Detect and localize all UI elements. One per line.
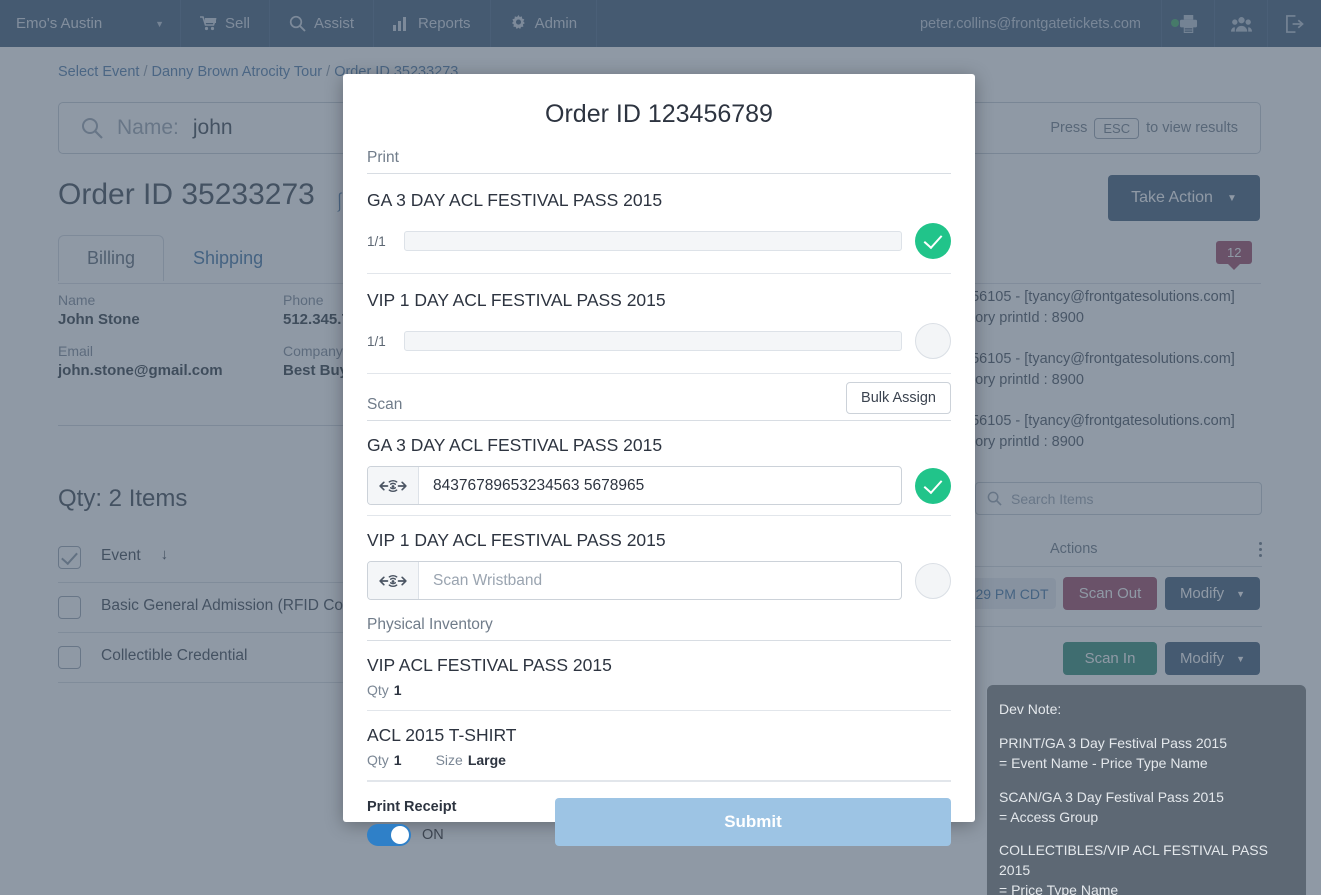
scan-status-check-icon[interactable] — [915, 467, 951, 504]
print-item-name: VIP 1 DAY ACL FESTIVAL PASS 2015 — [367, 290, 666, 310]
print-receipt-label: Print Receipt — [367, 798, 457, 815]
size-value: Large — [467, 752, 506, 768]
print-status-pending-circle[interactable] — [915, 323, 951, 359]
modal-footer: Print Receipt ON Submit — [367, 781, 951, 866]
inventory-section-label: Physical Inventory — [367, 616, 493, 633]
scan-input-field[interactable]: 84376789653234563 5678965 — [367, 466, 902, 505]
inventory-section-header: Physical Inventory — [367, 616, 951, 641]
dev-note-line: PRINT/GA 3 Day Festival Pass 2015 — [999, 734, 1227, 751]
dev-note-block: SCAN/GA 3 Day Festival Pass 2015 = Acces… — [999, 788, 1294, 828]
modal-title: Order ID 123456789 — [545, 100, 773, 128]
print-progress-row: 1/1 — [367, 223, 951, 259]
print-item: VIP 1 DAY ACL FESTIVAL PASS 2015 1/1 — [367, 274, 951, 374]
print-fraction: 1/1 — [367, 233, 386, 249]
inventory-item: VIP ACL FESTIVAL PASS 2015 Qty 1 — [367, 641, 951, 711]
toggle-state-label: ON — [422, 826, 444, 843]
qty-value: 1 — [393, 752, 402, 768]
scan-section-header: Scan Bulk Assign — [367, 382, 951, 421]
scan-row: Scan Wristband — [367, 561, 951, 600]
qty-group: Qty 1 — [367, 682, 402, 698]
inventory-item-name: ACL 2015 T-SHIRT — [367, 725, 517, 745]
print-item-name: GA 3 DAY ACL FESTIVAL PASS 2015 — [367, 190, 663, 210]
inventory-item-meta: Qty 1 Size Large — [367, 752, 951, 768]
print-receipt-control: Print Receipt ON — [367, 799, 527, 846]
bulk-assign-button[interactable]: Bulk Assign — [846, 382, 951, 414]
print-section-header: Print — [367, 149, 951, 174]
dev-note-line: = Access Group — [999, 808, 1099, 825]
qty-value: 1 — [393, 682, 402, 698]
size-label: Size — [435, 752, 463, 768]
inventory-item: ACL 2015 T-SHIRT Qty 1 Size Large — [367, 711, 951, 781]
inventory-item-name: VIP ACL FESTIVAL PASS 2015 — [367, 655, 612, 675]
progress-bar-track — [404, 331, 902, 351]
print-status-check-icon[interactable] — [915, 223, 951, 259]
scan-item: GA 3 DAY ACL FESTIVAL PASS 2015 84376789… — [367, 421, 951, 516]
size-group: Size Large — [436, 752, 506, 768]
dev-note-title: Dev Note: — [999, 701, 1062, 717]
dev-note-line: COLLECTIBLES/VIP ACL FESTIVAL PASS 2015 — [999, 842, 1268, 879]
toggle-row: ON — [367, 823, 527, 846]
progress-bar-track — [404, 231, 902, 251]
print-item: GA 3 DAY ACL FESTIVAL PASS 2015 1/1 — [367, 174, 951, 274]
dev-note-line: SCAN/GA 3 Day Festival Pass 2015 — [999, 788, 1224, 805]
qty-group: Qty 1 — [367, 752, 402, 768]
dev-note-panel: Dev Note: PRINT/GA 3 Day Festival Pass 2… — [986, 684, 1307, 895]
scan-input-value: 84376789653234563 5678965 — [433, 476, 645, 494]
print-receipt-toggle[interactable] — [367, 823, 411, 846]
inventory-item-meta: Qty 1 — [367, 682, 951, 698]
scan-item-name: GA 3 DAY ACL FESTIVAL PASS 2015 — [367, 435, 663, 455]
scan-section-label: Scan — [367, 396, 403, 413]
order-fulfillment-modal: Order ID 123456789 Print GA 3 DAY ACL FE… — [343, 74, 975, 846]
print-progress-row: 1/1 — [367, 323, 951, 359]
qty-label: Qty — [367, 682, 389, 698]
scan-item: VIP 1 DAY ACL FESTIVAL PASS 2015 Scan Wr… — [367, 516, 951, 610]
rfid-scan-icon — [368, 467, 419, 504]
qty-label: Qty — [367, 752, 389, 768]
scan-status-pending-circle[interactable] — [915, 562, 951, 599]
submit-button[interactable]: Submit — [555, 798, 951, 846]
scan-item-name: VIP 1 DAY ACL FESTIVAL PASS 2015 — [367, 530, 666, 550]
dev-note-block: PRINT/GA 3 Day Festival Pass 2015 = Even… — [999, 734, 1294, 774]
scan-row: 84376789653234563 5678965 — [367, 466, 951, 505]
toggle-knob — [391, 825, 409, 844]
scan-input-placeholder: Scan Wristband — [433, 571, 543, 589]
print-fraction: 1/1 — [367, 333, 386, 349]
dev-note-line: = Event Name - Price Type Name — [999, 754, 1208, 771]
dev-note-block: COLLECTIBLES/VIP ACL FESTIVAL PASS 2015 … — [999, 841, 1294, 895]
rfid-scan-icon — [368, 562, 419, 599]
scan-input-field[interactable]: Scan Wristband — [367, 561, 902, 600]
print-section-label: Print — [367, 149, 399, 166]
dev-note-line: = Price Type Name — [999, 882, 1119, 895]
